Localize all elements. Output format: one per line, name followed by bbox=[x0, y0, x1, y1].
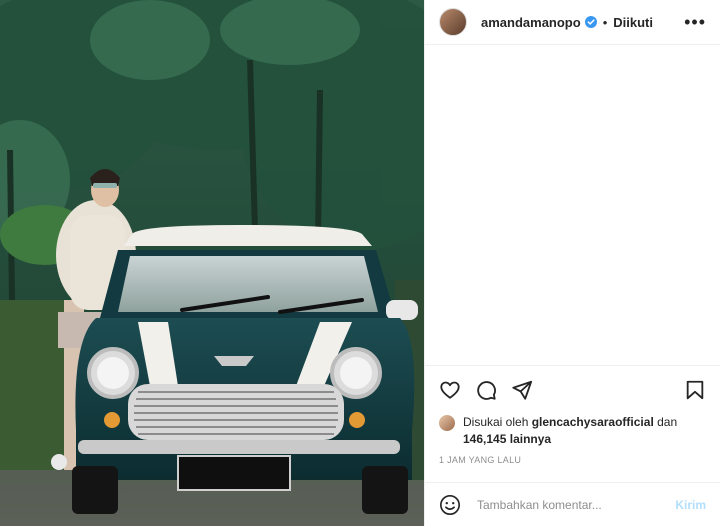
bookmark-icon[interactable] bbox=[684, 379, 706, 401]
verified-badge-icon bbox=[584, 16, 597, 28]
post-timestamp[interactable]: 1 JAM YANG LALU bbox=[439, 455, 521, 465]
comment-input[interactable] bbox=[475, 497, 676, 513]
likes-suffix[interactable]: lainnya bbox=[510, 432, 551, 446]
likes-and: dan bbox=[657, 415, 678, 429]
post-header: amandamanopo • Diikuti ••• bbox=[425, 0, 720, 45]
share-icon[interactable] bbox=[511, 379, 533, 401]
likes-prefix: Disukai oleh bbox=[463, 415, 529, 429]
action-bar bbox=[439, 376, 706, 404]
avatar[interactable] bbox=[439, 8, 467, 36]
comment-composer: Kirim bbox=[425, 482, 720, 527]
liker-avatar[interactable] bbox=[439, 415, 455, 431]
post-sidebar: amandamanopo • Diikuti ••• Disukai oleh … bbox=[424, 0, 720, 526]
instagram-post: amandamanopo • Diikuti ••• Disukai oleh … bbox=[0, 0, 720, 526]
liker-username[interactable]: glencachysaraofficial bbox=[532, 415, 654, 429]
post-image bbox=[0, 0, 424, 526]
likes-text: Disukai oleh glencachysaraofficial dan 1… bbox=[463, 414, 677, 448]
following-button[interactable]: Diikuti bbox=[613, 15, 653, 30]
heart-icon[interactable] bbox=[439, 379, 461, 401]
post-photo[interactable] bbox=[0, 0, 424, 526]
separator-dot: • bbox=[602, 14, 608, 30]
likes-summary: Disukai oleh glencachysaraofficial dan 1… bbox=[439, 414, 710, 448]
emoji-icon[interactable] bbox=[439, 494, 461, 516]
more-options-icon[interactable]: ••• bbox=[684, 13, 706, 31]
comments-area[interactable] bbox=[425, 45, 720, 366]
send-comment-button[interactable]: Kirim bbox=[675, 498, 706, 512]
likes-count[interactable]: 146,145 bbox=[463, 432, 506, 446]
username-link[interactable]: amandamanopo bbox=[481, 15, 581, 30]
comment-icon[interactable] bbox=[475, 379, 497, 401]
